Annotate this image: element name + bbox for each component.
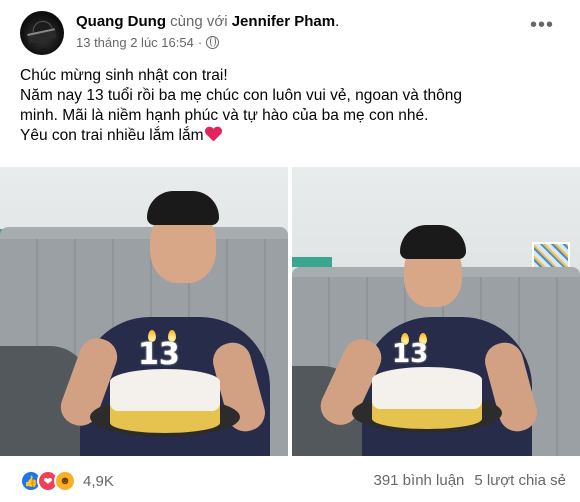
shares-count[interactable]: 5 lượt chia sẻ [474,472,566,489]
photo-grid: 13 13 [0,167,580,456]
post-timestamp[interactable]: 13 tháng 2 lúc 16:54 [76,35,194,50]
post-line-4: Yêu con trai nhiều lắm lắm [20,126,560,146]
post-line-4-text: Yêu con trai nhiều lắm lắm [20,127,204,144]
photo-left[interactable]: 13 [0,167,288,456]
more-options-icon[interactable]: ••• [530,15,554,35]
post-header: Quang Dung cùng với Jennifer Pham. 13 th… [12,10,568,56]
tagged-name[interactable]: Jennifer Pham [232,13,335,30]
photo-right[interactable]: 13 [292,167,580,456]
candle-number: 13 [392,339,429,369]
cake-body [110,369,220,411]
globe-icon[interactable] [206,36,220,49]
author-avatar[interactable] [20,11,64,55]
with-text: cùng với [170,13,228,30]
post-meta: 13 tháng 2 lúc 16:54 · [76,35,220,50]
author-line: Quang Dung cùng với Jennifer Pham. [76,13,339,30]
reaction-count: 4,9K [83,472,114,490]
haha-icon: ☻ [54,470,76,492]
comments-count[interactable]: 391 bình luận [373,472,464,489]
candle-number: 13 [138,337,180,372]
boy-hair [147,191,219,225]
post-line-1: Chúc mừng sinh nhật con trai! [20,67,228,84]
post-footer: 👍 ❤ ☻ 4,9K 391 bình luận 5 lượt chia sẻ [0,460,580,502]
reactions-summary[interactable]: 👍 ❤ ☻ 4,9K [20,470,114,492]
post-stats: 391 bình luận 5 lượt chia sẻ [373,472,566,489]
post-body: Chúc mừng sinh nhật con trai! Năm nay 13… [20,66,560,146]
period: . [335,13,340,30]
boy-hair [400,225,466,259]
cake-body [372,367,482,409]
shelf-shape [292,257,332,267]
post-line-3: minh. Mãi là niềm hạnh phúc và tự hào củ… [20,107,429,124]
heart-icon [205,127,222,142]
meta-separator: · [197,35,203,50]
post-line-2: Năm nay 13 tuổi rồi ba mẹ chúc con luôn … [20,87,463,104]
author-name[interactable]: Quang Dung [76,13,166,30]
